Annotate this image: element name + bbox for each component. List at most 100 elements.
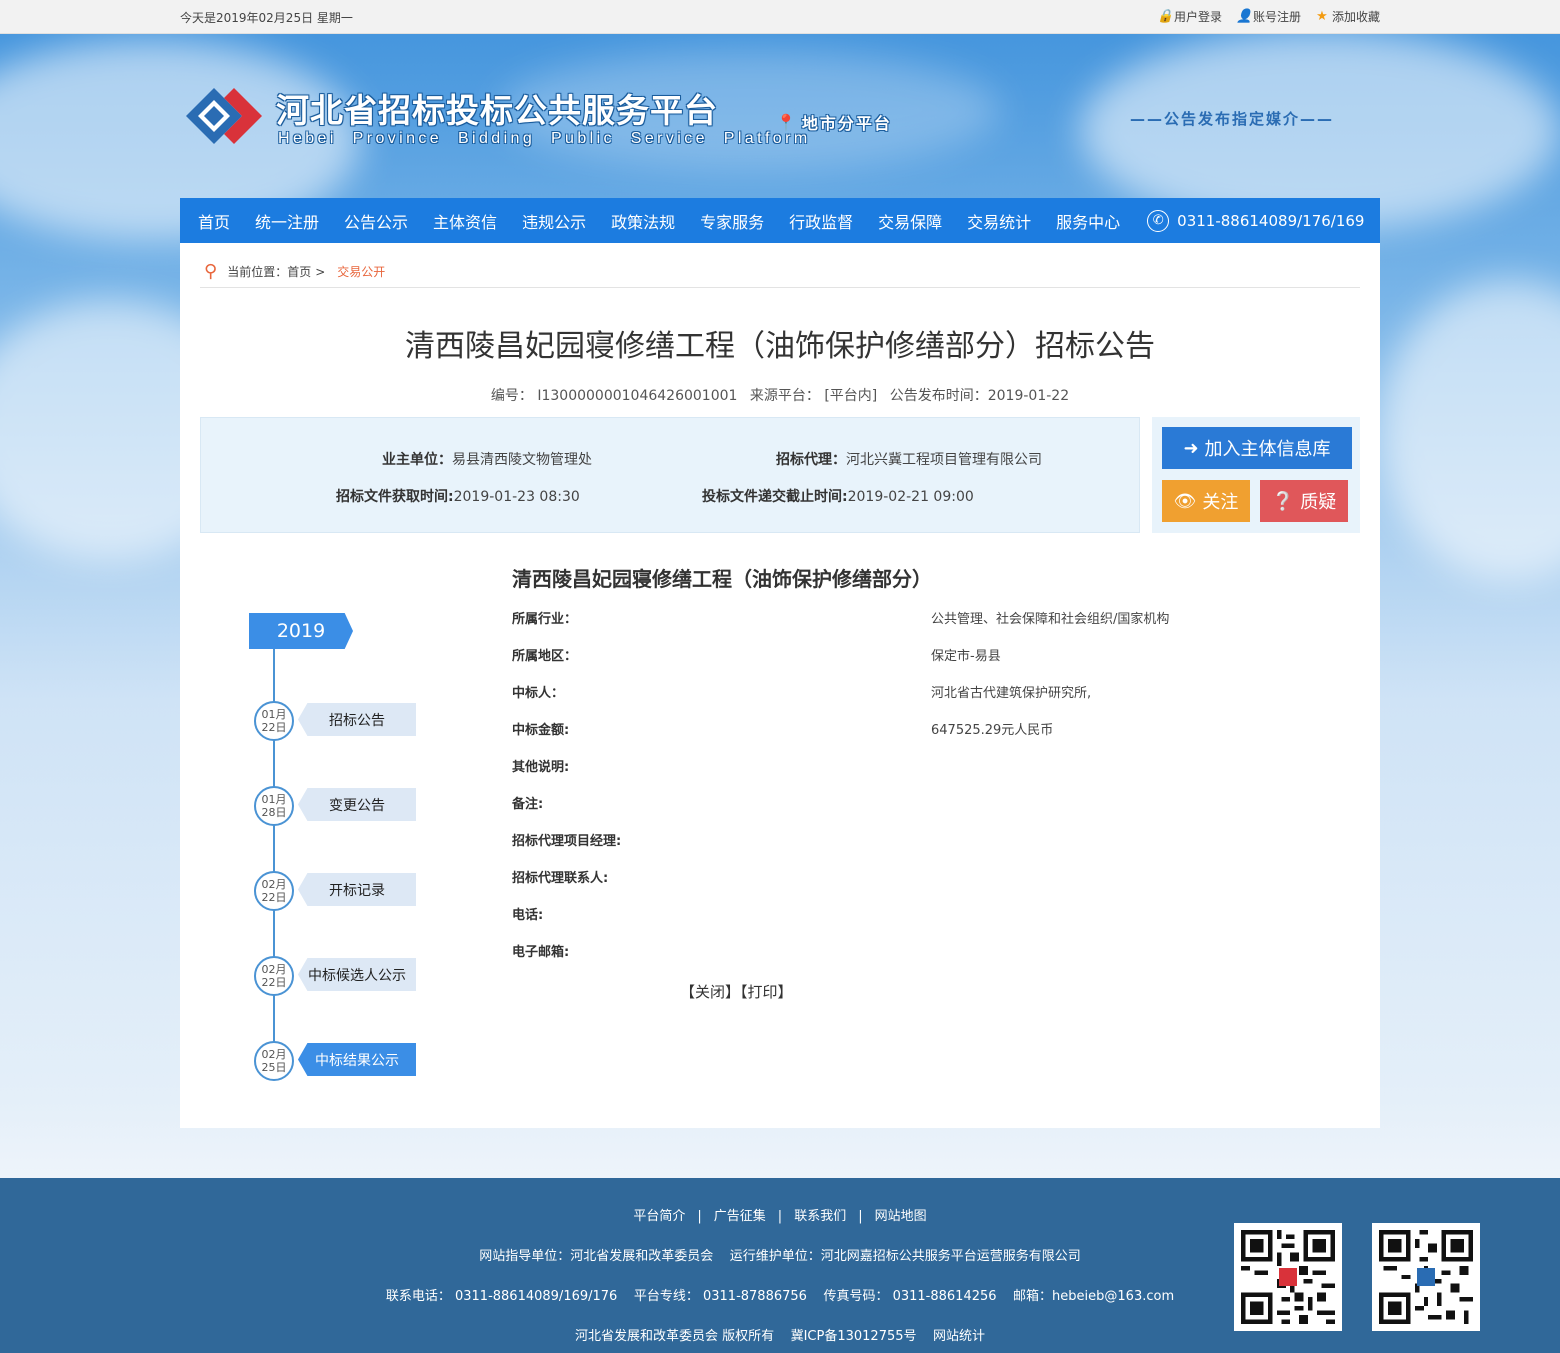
notice-detail: 清西陵昌妃园寝修缮工程（油饰保护修缮部分） 所属行业： 公共管理、社会保障和社会组… <box>512 563 1352 978</box>
question-icon: ❔ <box>1271 490 1295 512</box>
detail-value: 河北省古代建筑保护研究所, <box>931 686 1092 701</box>
detail-key: 所属地区： <box>512 649 578 664</box>
detail-key: 所属行业： <box>512 612 578 627</box>
eye-icon: 👁 <box>1173 490 1197 512</box>
timeline-month: 01月 <box>261 793 287 806</box>
nav-item-credit[interactable]: 主体资信 <box>433 209 497 233</box>
detail-row: 所属行业： 公共管理、社会保障和社会组织/国家机构 <box>512 608 1352 645</box>
main-nav: 首页 统一注册 公告公示 主体资信 违规公示 政策法规 专家服务 行政监督 交易… <box>180 198 1380 243</box>
agent-row: 招标代理：河北兴冀工程项目管理有限公司 <box>776 449 1042 469</box>
agent-label: 招标代理： <box>776 452 846 468</box>
owner-row: 业主单位：易县清西陵文物管理处 <box>382 449 592 469</box>
footer-links: 平台简介 | 广告征集 | 联系我们 | 网站地图 <box>0 1205 1560 1224</box>
breadcrumb-arrow: > <box>315 264 326 279</box>
login-link[interactable]: 🔒 用户登录 <box>1157 8 1222 25</box>
detail-key: 备注: <box>512 797 544 812</box>
timeline-item-opening-record[interactable]: 开标记录 <box>298 873 416 906</box>
qr-code-icon <box>1234 1223 1342 1331</box>
deadline-value: 2019-02-21 09:00 <box>847 489 974 505</box>
favorite-link[interactable]: ★ 添加收藏 <box>1315 8 1380 25</box>
agent-value: 河北兴冀工程项目管理有限公司 <box>846 452 1042 468</box>
join-label: 加入主体信息库 <box>1204 439 1331 460</box>
detail-row: 电话: <box>512 904 1352 941</box>
lock-icon: 🔒 <box>1156 8 1174 24</box>
top-bar: 今天是2019年02月25日 星期一 🔒 用户登录 👤 账号注册 ★ 添加收藏 <box>0 0 1560 34</box>
sign-in-icon: ➜ <box>1183 437 1199 459</box>
close-button[interactable]: 【关闭】 <box>680 983 740 1001</box>
notice-timeline: 2019 01月 22日 招标公告 01月 28日 变更公告 02月 22日 开标记录… <box>248 613 428 1083</box>
follow-label: 关注 <box>1202 492 1239 513</box>
timeline-date: 01月 22日 <box>254 701 294 741</box>
nav-item-register[interactable]: 统一注册 <box>255 209 319 233</box>
breadcrumb-divider <box>200 287 1360 288</box>
code-label: 编号： <box>490 388 533 404</box>
doc-time-row: 招标文件获取时间:2019-01-23 08:30 <box>336 486 580 506</box>
detail-row: 中标金额: 647525.29元人民币 <box>512 719 1352 756</box>
notice-publish-date: 2019-01-22 <box>987 388 1070 404</box>
nav-item-experts[interactable]: 专家服务 <box>700 209 764 233</box>
print-button[interactable]: 【打印】 <box>740 983 793 1001</box>
timeline-item-result-notice[interactable]: 中标结果公示 <box>298 1043 416 1076</box>
qr-code-icon <box>1372 1223 1480 1331</box>
nav-item-statistics[interactable]: 交易统计 <box>967 209 1031 233</box>
timeline-item-change-notice[interactable]: 变更公告 <box>298 788 416 821</box>
timeline-day: 25日 <box>261 1061 287 1074</box>
timeline-month: 01月 <box>261 708 287 721</box>
detail-key: 招标代理项目经理: <box>512 834 622 849</box>
nav-item-policy[interactable]: 政策法规 <box>611 209 675 233</box>
breadcrumb: ⚲ 当前位置：首页 > 交易公开 <box>204 261 385 282</box>
detail-key: 中标金额: <box>512 723 570 738</box>
timeline-month: 02月 <box>261 1048 287 1061</box>
platform-logo-icon[interactable] <box>184 86 264 146</box>
timeline-day: 22日 <box>261 721 287 734</box>
top-links: 🔒 用户登录 👤 账号注册 ★ 添加收藏 <box>1157 8 1380 25</box>
user-icon: 👤 <box>1235 8 1253 24</box>
footer-separator: | <box>777 1209 783 1224</box>
timeline-item-bid-notice[interactable]: 招标公告 <box>298 703 416 736</box>
detail-key: 其他说明: <box>512 760 570 775</box>
hotline-number: 0311-88614089/176/169 <box>1177 211 1365 230</box>
site-title: 河北省招标投标公共服务平台 <box>276 91 718 130</box>
timeline-month: 02月 <box>261 878 287 891</box>
notice-title: 清西陵昌妃园寝修缮工程（油饰保护修缮部分）招标公告 <box>405 329 1155 364</box>
nav-item-service[interactable]: 服务中心 <box>1056 209 1120 233</box>
city-platform-link[interactable]: 📍 地市分平台 <box>776 110 892 134</box>
owner-label: 业主单位： <box>382 452 452 468</box>
query-label: 质疑 <box>1300 492 1337 513</box>
detail-row: 中标人： 河北省古代建筑保护研究所, <box>512 682 1352 719</box>
register-link[interactable]: 👤 账号注册 <box>1236 8 1301 25</box>
location-pin-icon: 📍 <box>776 112 798 132</box>
footer-link-about[interactable]: 平台简介 <box>633 1209 685 1224</box>
timeline-day: 28日 <box>261 806 287 819</box>
join-database-button[interactable]: ➜ 加入主体信息库 <box>1162 427 1352 469</box>
source-label: 来源平台： <box>749 388 820 404</box>
nav-item-home[interactable]: 首页 <box>198 209 230 233</box>
footer-link-sitemap[interactable]: 网站地图 <box>875 1209 927 1224</box>
deadline-label: 投标文件递交截止时间: <box>702 489 848 505</box>
nav-item-supervision[interactable]: 行政监督 <box>789 209 853 233</box>
breadcrumb-home[interactable]: 当前位置：首页 <box>227 263 311 280</box>
nav-items: 首页 统一注册 公告公示 主体资信 违规公示 政策法规 专家服务 行政监督 交易… <box>180 209 1127 233</box>
doc-time-label: 招标文件获取时间: <box>336 489 454 505</box>
doc-time-value: 2019-01-23 08:30 <box>453 489 580 505</box>
notice-source: [平台内] <box>824 388 878 404</box>
nav-item-guarantee[interactable]: 交易保障 <box>878 209 942 233</box>
nav-item-violations[interactable]: 违规公示 <box>522 209 586 233</box>
footer-separator: | <box>697 1209 702 1224</box>
print-actions: 【关闭】【打印】 <box>180 981 1380 1002</box>
action-panel: ➜ 加入主体信息库 👁 关注 ❔ 质疑 <box>1152 417 1360 533</box>
detail-row: 其他说明: <box>512 756 1352 793</box>
follow-button[interactable]: 👁 关注 <box>1162 480 1250 522</box>
owner-value: 易县清西陵文物管理处 <box>452 452 592 468</box>
timeline-year: 2019 <box>249 613 353 649</box>
detail-heading: 清西陵昌妃园寝修缮工程（油饰保护修缮部分） <box>512 567 932 591</box>
footer-link-ads[interactable]: 广告征集 <box>714 1209 766 1224</box>
detail-row: 电子邮箱: <box>512 941 1352 978</box>
detail-key: 招标代理联系人: <box>512 871 609 886</box>
hotline: ✆ 0311-88614089/176/169 <box>1147 209 1365 232</box>
nav-item-notices[interactable]: 公告公示 <box>344 209 408 233</box>
detail-row: 备注: <box>512 793 1352 830</box>
query-button[interactable]: ❔ 质疑 <box>1260 480 1348 522</box>
breadcrumb-current[interactable]: 交易公开 <box>337 263 385 280</box>
footer-link-contact[interactable]: 联系我们 <box>794 1209 846 1224</box>
